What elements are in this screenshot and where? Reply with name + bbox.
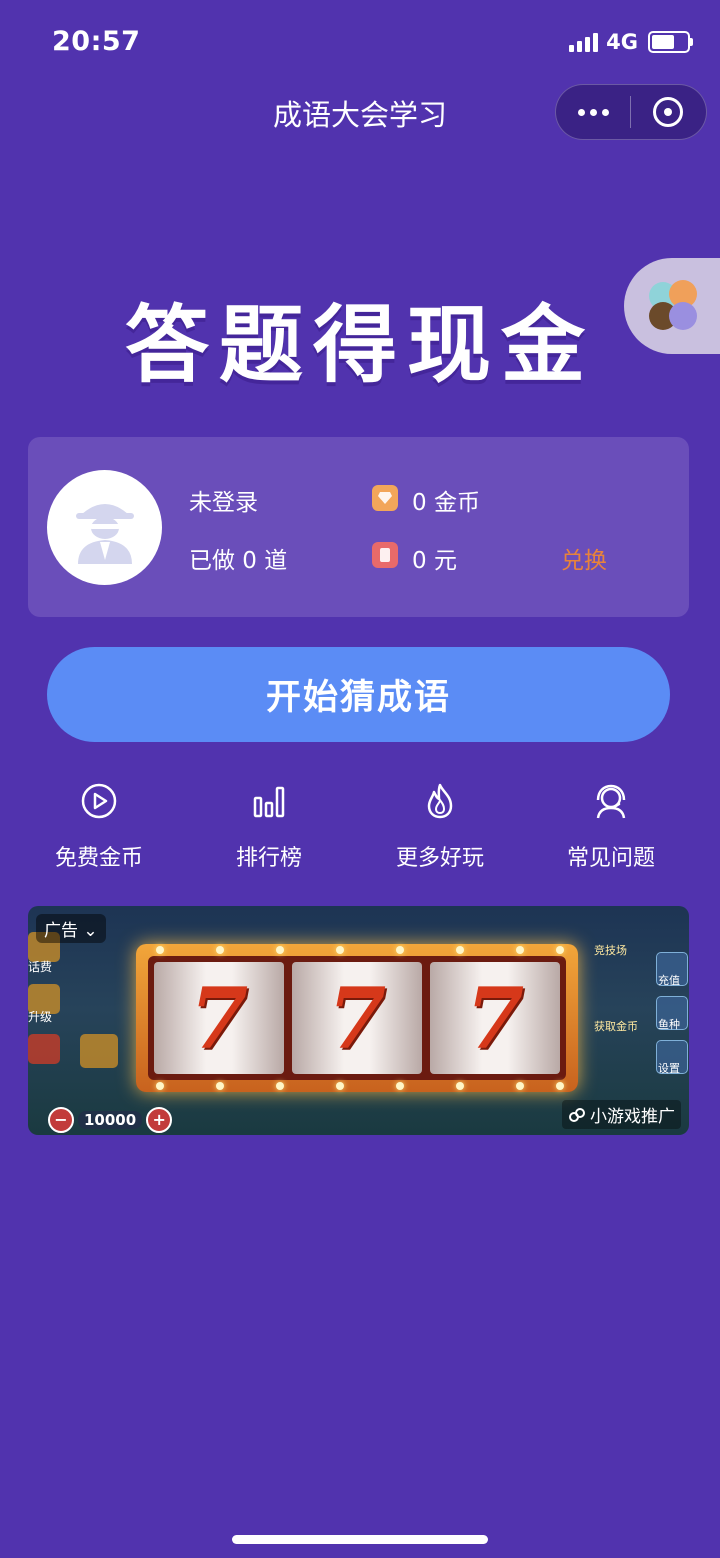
network-type: 4G [606, 30, 638, 54]
ad-promo-label: 小游戏推广 [590, 1107, 675, 1127]
ad-left-label: 升级 [28, 1010, 53, 1024]
ad-game-button [80, 1034, 118, 1068]
ad-left-label: 话费 [28, 960, 53, 974]
coin-balance: 0 金币 [412, 490, 480, 516]
avatar[interactable] [47, 470, 162, 585]
home-indicator[interactable] [232, 1535, 488, 1544]
battery-icon [648, 31, 693, 53]
ad-promo: 小游戏推广 [562, 1100, 681, 1129]
menu-label: 免费金币 [54, 846, 143, 871]
chevron-down-icon: ⌄ [83, 921, 98, 941]
status-indicators: 4G [569, 30, 693, 54]
slot-reel: 7 [430, 962, 560, 1074]
answered-count: 已做 0 道 [189, 548, 288, 574]
ad-right-label: 设置 [658, 1062, 680, 1075]
menu-leaderboard[interactable]: 排行榜 [184, 782, 354, 872]
bar-chart-icon [253, 786, 285, 818]
anonymous-user-icon [75, 503, 134, 564]
slot-reel: 7 [292, 962, 422, 1074]
ad-tag[interactable]: 广告 ⌄ [36, 914, 106, 943]
status-time: 20:57 [52, 26, 141, 57]
target-icon [653, 97, 683, 127]
start-game-button[interactable]: 开始猜成语 [47, 647, 670, 742]
gem-icon [372, 485, 398, 511]
ad-right-label: 充值 [658, 974, 680, 987]
ad-bet-bar: − 10000 + [48, 1107, 173, 1133]
play-circle-icon [81, 783, 117, 819]
ad-right-label: 鱼种 [658, 1018, 680, 1031]
ad-tag-label: 广告 [44, 921, 78, 941]
slot-reel: 7 [154, 962, 284, 1074]
mini-program-icon [569, 1107, 585, 1122]
ad-bet-value: 10000 [78, 1111, 143, 1129]
menu-label: 常见问题 [566, 846, 655, 871]
menu-faq[interactable]: 常见问题 [526, 782, 696, 872]
exchange-button[interactable]: 兑换 [561, 541, 607, 575]
minus-icon: − [48, 1107, 74, 1133]
ad-banner[interactable]: 话费 升级 7 7 7 竞技场 获取金币 充值 鱼种 设置 − 10000 + … [28, 906, 689, 1135]
menu-free-coins[interactable]: 免费金币 [14, 782, 184, 872]
menu-label: 排行榜 [235, 846, 302, 871]
close-button[interactable] [631, 97, 705, 127]
headset-icon [596, 784, 626, 819]
login-status: 未登录 [189, 490, 258, 516]
hero-title: 答题得现金 [124, 296, 595, 394]
red-envelope-icon [372, 542, 398, 568]
slot-machine: 7 7 7 [136, 944, 578, 1092]
ad-right-top-label: 获取金币 [594, 1020, 638, 1033]
mini-program-capsule [555, 84, 707, 140]
plus-icon: + [146, 1107, 173, 1133]
fire-icon [427, 783, 453, 819]
ad-game-button [28, 1034, 60, 1064]
menu-label: 更多好玩 [395, 846, 484, 871]
more-button[interactable] [556, 108, 630, 116]
cash-balance: 0 元 [412, 548, 457, 574]
user-card: 未登录 已做 0 道 0 金币 0 元 兑换 [28, 437, 689, 617]
signal-icon [569, 32, 599, 52]
menu-more-fun[interactable]: 更多好玩 [355, 782, 525, 872]
ad-right-top-label: 竞技场 [594, 944, 627, 957]
